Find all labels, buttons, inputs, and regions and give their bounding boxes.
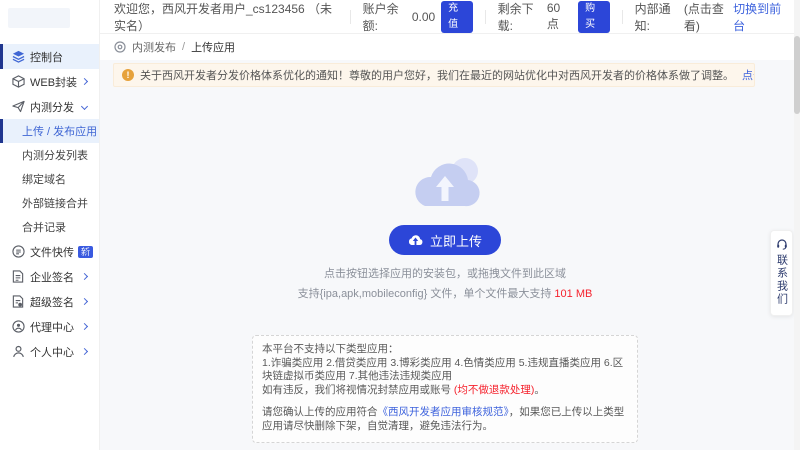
sidebar-item-personal-center[interactable]: 个人中心: [0, 339, 99, 364]
agent-icon: [11, 320, 25, 334]
divider: [350, 10, 351, 24]
breadcrumb-last: 上传应用: [191, 39, 235, 55]
chevron-right-icon: [81, 273, 88, 280]
person-icon: [11, 345, 25, 359]
document-icon: [11, 270, 25, 284]
breadcrumb-first[interactable]: 内测发布: [132, 39, 176, 55]
sidebar-item-label: 代理中心: [30, 319, 74, 335]
internal-notice-link[interactable]: (点击查看): [684, 0, 733, 34]
chevron-right-icon: [81, 298, 88, 305]
main-content: 内测发布 / 上传应用 ! 关于西风开发者分发价格体系优化的通知！尊敬的用户您好…: [100, 34, 800, 450]
sidebar-item-enterprise-sign[interactable]: 企业签名: [0, 264, 99, 289]
review-spec-link[interactable]: 《西风开发者应用审核规范》: [378, 406, 509, 418]
policy-line1: 本平台不支持以下类型应用：: [262, 343, 628, 357]
file-transfer-icon: [11, 245, 25, 259]
paper-plane-icon: [11, 100, 25, 114]
policy-notice-box: 本平台不支持以下类型应用： 1.诈骗类应用 2.借贷类应用 3.博彩类应用 4.…: [252, 335, 638, 443]
upload-hint-line1: 点击按钮选择应用的安装包，或拖拽文件到此区域: [100, 265, 790, 281]
sidebar-subitem-label: 内测分发列表: [22, 147, 88, 163]
recharge-button[interactable]: 充值: [441, 1, 473, 33]
upload-button-label: 立即上传: [430, 231, 482, 250]
no-refund-note: (均不做退款处理): [454, 384, 535, 396]
sidebar-item-label: WEB封装: [30, 74, 77, 90]
sidebar-subitem-label: 合并记录: [22, 219, 66, 235]
sidebar-item-super-sign[interactable]: 超级签名: [0, 289, 99, 314]
sidebar-item-label: 内测分发: [30, 99, 74, 115]
target-icon: [114, 41, 126, 53]
sidebar-subitem-label: 上传 / 发布应用: [22, 123, 97, 139]
sidebar-menu: 控制台 WEB封装 内测分发 上传 / 发布应用 内测分发列表 绑定域名 外部链…: [0, 44, 99, 364]
sidebar-subitem-external-link-merge[interactable]: 外部链接合并: [0, 191, 99, 215]
top-header: 欢迎您，西风开发者用户_cs123456 （未实名） 账户余额: 0.00 充值…: [100, 0, 800, 34]
headset-icon: [776, 238, 788, 250]
cloud-upload-icon: [408, 234, 423, 246]
sidebar-subitem-bind-domain[interactable]: 绑定域名: [0, 167, 99, 191]
contact-us-tab[interactable]: 联系我们: [770, 230, 793, 316]
app-logo: [8, 8, 70, 28]
balance-value: 0.00: [412, 10, 435, 24]
sidebar-item-console[interactable]: 控制台: [0, 44, 99, 69]
sidebar-item-label: 个人中心: [30, 344, 74, 360]
breadcrumb-separator: /: [182, 41, 185, 53]
sidebar-item-label: 控制台: [30, 49, 63, 65]
banner-detail-link[interactable]: 点击查看详情: [742, 67, 755, 83]
chevron-right-icon: [81, 323, 88, 330]
sidebar-item-beta-distribution[interactable]: 内测分发: [0, 94, 99, 119]
layers-icon: [11, 50, 25, 64]
chevron-right-icon: [81, 78, 88, 85]
breadcrumb: 内测发布 / 上传应用: [100, 34, 800, 60]
downloads-label: 剩余下载:: [498, 0, 543, 34]
downloads-value: 60 点: [547, 1, 572, 32]
sidebar-item-label: 企业签名: [30, 269, 74, 285]
upload-now-button[interactable]: 立即上传: [389, 225, 501, 255]
divider: [622, 10, 623, 24]
sidebar-item-file-transfer[interactable]: 文件快传 新: [0, 239, 99, 264]
notice-banner: ! 关于西风开发者分发价格体系优化的通知！尊敬的用户您好，我们在最近的网站优化中…: [113, 63, 755, 87]
sidebar-subitem-upload-publish[interactable]: 上传 / 发布应用: [0, 119, 99, 143]
sidebar-item-web-package[interactable]: WEB封装: [0, 69, 99, 94]
switch-to-front-link[interactable]: 切换到前台: [733, 0, 786, 34]
policy-line3: 如有违反，我们将视情况封禁应用或账号 (均不做退款处理)。: [262, 384, 628, 398]
sidebar-subitem-distribution-list[interactable]: 内测分发列表: [0, 143, 99, 167]
sidebar: 控制台 WEB封装 内测分发 上传 / 发布应用 内测分发列表 绑定域名 外部链…: [0, 0, 100, 450]
cloud-upload-illustration: [395, 154, 495, 215]
sidebar-subitem-label: 绑定域名: [22, 171, 66, 187]
scrollbar-thumb[interactable]: [794, 36, 800, 114]
user-greeting: 欢迎您，西风开发者用户_cs123456 （未实名）: [114, 0, 338, 34]
max-size-value: 101 MB: [554, 288, 592, 300]
sidebar-item-label: 文件快传: [30, 244, 74, 260]
page-scrollbar[interactable]: [794, 0, 800, 450]
upload-zone[interactable]: 立即上传 点击按钮选择应用的安装包，或拖拽文件到此区域 支持{ipa,apk,m…: [100, 154, 790, 443]
policy-line2: 1.诈骗类应用 2.借贷类应用 3.博彩类应用 4.色情类应用 5.违规直播类应…: [262, 357, 628, 384]
chevron-down-icon: [81, 103, 88, 110]
sidebar-item-agent-center[interactable]: 代理中心: [0, 314, 99, 339]
cube-icon: [11, 75, 25, 89]
sidebar-item-label: 超级签名: [30, 294, 74, 310]
warning-icon: !: [122, 69, 134, 81]
buy-button[interactable]: 购买: [578, 1, 610, 33]
chevron-right-icon: [81, 348, 88, 355]
divider: [485, 10, 486, 24]
policy-line4: 请您确认上传的应用符合《西风开发者应用审核规范》，如果您已上传以上类型应用请尽快…: [262, 406, 628, 433]
banner-text: 关于西风开发者分发价格体系优化的通知！尊敬的用户您好，我们在最近的网站优化中对西…: [140, 67, 734, 83]
sidebar-subitem-merge-records[interactable]: 合并记录: [0, 215, 99, 239]
balance-label: 账户余额:: [363, 0, 408, 34]
sidebar-subitem-label: 外部链接合并: [22, 195, 88, 211]
document-seal-icon: [11, 295, 25, 309]
upload-hint-line2: 支持{ipa,apk,mobileconfig} 文件，单个文件最大支持 101…: [100, 285, 790, 301]
contact-us-label: 联系我们: [774, 254, 790, 306]
internal-notice-label: 内部通知:: [635, 0, 680, 34]
